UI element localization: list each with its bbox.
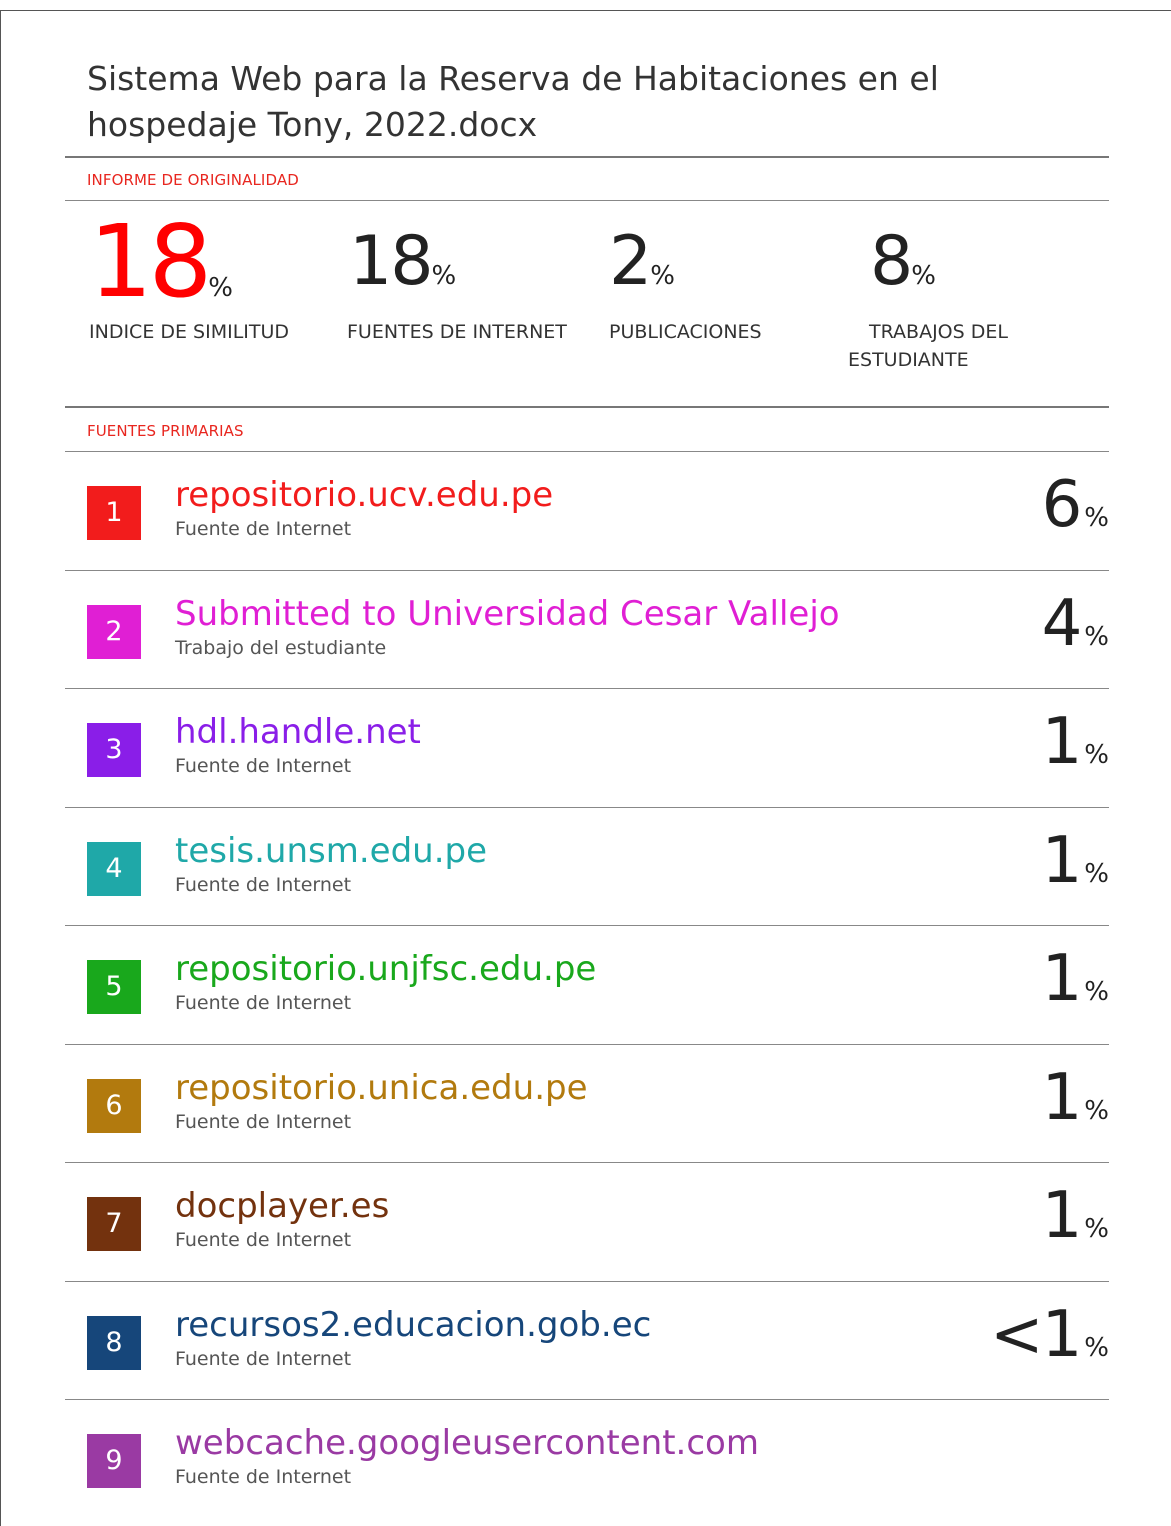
percent-sign: % xyxy=(1084,1214,1109,1244)
source-rank-badge: 2 xyxy=(87,604,141,659)
source-name-link[interactable]: repositorio.unjfsc.edu.pe xyxy=(175,947,596,991)
source-name-link[interactable]: tesis.unsm.edu.pe xyxy=(175,829,487,873)
source-name-link[interactable]: Submitted to Universidad Cesar Vallejo xyxy=(175,592,840,636)
source-type: Fuente de Internet xyxy=(175,1347,352,1370)
student-papers-label-line2: ESTUDIANTE xyxy=(848,349,969,371)
primary-sources-label: FUENTES PRIMARIAS xyxy=(87,422,244,440)
percent-sign: % xyxy=(911,261,936,291)
source-rank-badge: 4 xyxy=(87,841,141,896)
percent-sign: % xyxy=(1084,858,1109,889)
source-row[interactable]: 3 hdl.handle.net Fuente de Internet 1% xyxy=(65,688,1109,806)
source-percentage: 1% xyxy=(1042,1176,1109,1256)
source-percentage: 1% xyxy=(1042,702,1109,782)
source-row[interactable]: 2 Submitted to Universidad Cesar Vallejo T… xyxy=(65,570,1109,688)
source-row[interactable]: 7 docplayer.es Fuente de Internet 1% xyxy=(65,1162,1109,1280)
source-percentage-value: 1 xyxy=(1041,1179,1083,1253)
source-name-link[interactable]: webcache.googleusercontent.com xyxy=(175,1421,759,1465)
publications-label: PUBLICACIONES xyxy=(609,321,762,343)
similarity-index-stat: 18% INDICE DE SIMILITUD xyxy=(89,212,289,344)
percent-sign: % xyxy=(1084,1095,1109,1126)
source-type: Fuente de Internet xyxy=(175,1229,352,1251)
source-type: Trabajo del estudiante xyxy=(175,636,387,659)
source-percentage: 6% xyxy=(1042,465,1109,545)
source-type: Fuente de Internet xyxy=(175,1466,352,1488)
source-name-link[interactable]: repositorio.unica.edu.pe xyxy=(175,1066,588,1110)
source-type: Fuente de Internet xyxy=(175,518,352,540)
student-papers-stat: 8% TRABAJOS DEL ESTUDIANTE xyxy=(848,212,1008,371)
source-rank-badge: 1 xyxy=(87,486,141,540)
source-row[interactable]: 8 recursos2.educacion.gob.ec Fuente de Int… xyxy=(65,1281,1109,1399)
source-rank-badge: 6 xyxy=(87,1078,141,1133)
divider xyxy=(65,156,1109,158)
source-type: Fuente de Internet xyxy=(175,873,352,896)
source-percentage: <1% xyxy=(990,1295,1109,1375)
source-row[interactable]: 6 repositorio.unica.edu.pe Fuente de Inter… xyxy=(65,1044,1109,1162)
percent-sign: % xyxy=(1084,977,1109,1007)
student-papers-label-line1: TRABAJOS DEL xyxy=(869,321,1008,343)
similarity-index-value: 18 xyxy=(89,203,212,320)
percent-sign: % xyxy=(208,273,233,303)
source-percentage-value: 1 xyxy=(1041,823,1083,898)
source-row[interactable]: 9 webcache.googleusercontent.com Fuente de… xyxy=(65,1399,1109,1517)
source-name-link[interactable]: repositorio.ucv.edu.pe xyxy=(175,473,553,517)
percent-sign: % xyxy=(650,261,675,291)
percent-sign: % xyxy=(1084,740,1109,770)
source-percentage-value: 1 xyxy=(1041,705,1083,779)
source-name-link[interactable]: recursos2.educacion.gob.ec xyxy=(175,1303,651,1347)
internet-sources-value: 18 xyxy=(349,222,434,301)
source-type: Fuente de Internet xyxy=(175,755,352,777)
source-rank-badge: 9 xyxy=(87,1434,141,1488)
source-row[interactable]: 5 repositorio.unjfsc.edu.pe Fuente de Inte… xyxy=(65,925,1109,1043)
source-percentage: 4% xyxy=(1042,584,1109,664)
source-percentage: 1% xyxy=(1042,821,1109,901)
similarity-index-label: INDICE DE SIMILITUD xyxy=(89,321,290,343)
source-percentage-value: 1 xyxy=(1041,1060,1083,1135)
publications-value: 2 xyxy=(609,222,652,301)
source-percentage-value: 1 xyxy=(1041,942,1083,1016)
percent-sign: % xyxy=(431,261,457,291)
divider xyxy=(65,200,1109,201)
percent-sign: % xyxy=(1084,1332,1109,1363)
source-percentage: 1% xyxy=(1042,1058,1109,1138)
source-rank-badge: 8 xyxy=(87,1315,141,1370)
source-type: Fuente de Internet xyxy=(175,1110,352,1133)
source-percentage: 1% xyxy=(1042,939,1109,1019)
source-row[interactable]: 1 repositorio.ucv.edu.pe Fuente de Interne… xyxy=(65,451,1109,569)
source-rank-badge: 5 xyxy=(87,960,141,1014)
divider xyxy=(65,406,1109,408)
source-name-link[interactable]: hdl.handle.net xyxy=(175,710,421,754)
student-papers-value: 8 xyxy=(870,222,913,301)
source-percentage-value: 6 xyxy=(1041,468,1083,542)
source-rank-badge: 3 xyxy=(87,723,141,777)
source-rank-badge: 7 xyxy=(87,1197,141,1251)
source-percentage-value: <1 xyxy=(989,1297,1082,1372)
originality-report-label: INFORME DE ORIGINALIDAD xyxy=(87,171,299,189)
document-title: Sistema Web para la Reserva de Habitacio… xyxy=(87,59,939,144)
source-percentage-value: 4 xyxy=(1041,586,1083,661)
percent-sign: % xyxy=(1084,621,1109,652)
source-row[interactable]: 4 tesis.unsm.edu.pe Fuente de Internet 1% xyxy=(65,807,1109,925)
internet-sources-label: FUENTES DE INTERNET xyxy=(347,321,567,343)
source-type: Fuente de Internet xyxy=(175,992,352,1014)
publications-stat: 2% PUBLICACIONES xyxy=(609,212,762,343)
source-name-link[interactable]: docplayer.es xyxy=(175,1184,389,1228)
percent-sign: % xyxy=(1084,503,1109,533)
internet-sources-stat: 18% FUENTES DE INTERNET xyxy=(347,212,567,343)
